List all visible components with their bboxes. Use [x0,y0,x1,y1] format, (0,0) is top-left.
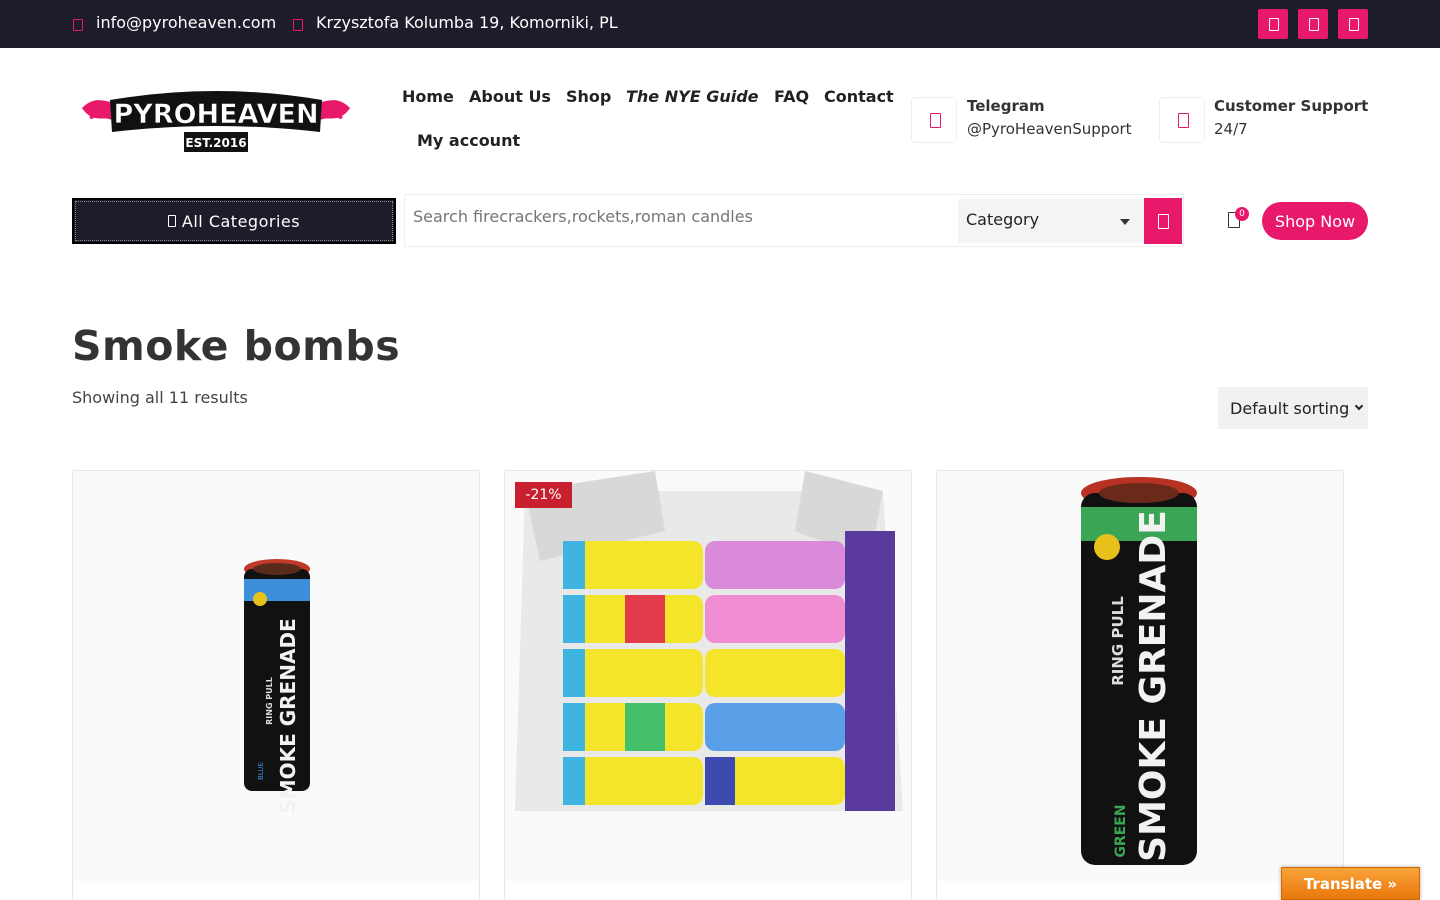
product-image[interactable]: RING PULL SMOKE GRENADE BLUE [73,471,479,881]
support-title: Customer Support [1214,97,1369,115]
topbar-address-text: Krzysztofa Kolumba 19, Komorniki, PL [316,13,618,32]
result-count: Showing all 11 results [72,388,248,407]
support-hours: 24/7 [1214,120,1248,138]
blue-smoke-grenade-image: RING PULL SMOKE GRENADE BLUE [244,559,310,814]
color-text: BLUE [257,762,265,780]
telegram-title: Telegram [967,97,1045,115]
topbar-email-text: info@pyroheaven.com [96,13,277,32]
telegram-handle[interactable]: @PyroHeavenSupport [967,120,1132,138]
phone-icon [1159,97,1205,143]
sorting-value: Default sorting [1230,399,1350,418]
ring-text: RING PULL [1109,596,1127,686]
product-image[interactable]: -21% [505,471,911,881]
top-bar: info@pyroheaven.com Krzysztofa Kolumba 1… [0,0,1440,48]
search-button[interactable] [1144,198,1182,244]
envelope-icon [72,16,83,31]
nav-home[interactable]: Home [402,87,454,106]
nav-shop[interactable]: Shop [566,87,611,106]
logo-sub: EST.2016 [185,136,246,150]
translate-button[interactable]: Translate » [1281,867,1420,900]
grenade-text: SMOKE GRENADE [1133,510,1174,862]
smoke-bomb-box-image [515,471,903,811]
facebook-icon[interactable] [1258,9,1288,39]
nav-about-us[interactable]: About Us [469,87,551,106]
nav-contact[interactable]: Contact [824,87,894,106]
product-card[interactable]: -21% [504,470,912,900]
product-image[interactable]: RING PULL SMOKE GRENADE GREEN [937,471,1343,881]
sale-badge: -21% [515,482,572,508]
topbar-address: Krzysztofa Kolumba 19, Komorniki, PL [292,13,618,32]
color-text: GREEN [1113,804,1129,857]
category-select-value: Category [966,210,1040,229]
all-categories-label: All Categories [181,211,301,231]
grenade-text: SMOKE GRENADE [276,618,300,813]
shop-now-button[interactable]: Shop Now [1262,202,1368,240]
ring-text: RING PULL [265,677,274,725]
logo-text: PYROHEAVEN [113,99,318,130]
site-logo[interactable]: PYROHEAVEN EST.2016 [80,80,352,160]
map-pin-icon [292,16,303,31]
product-card[interactable]: RING PULL SMOKE GRENADE GREEN [936,470,1344,900]
sorting-select[interactable]: Default sorting [1218,387,1368,429]
nav-my-account[interactable]: My account [417,131,520,150]
product-card[interactable]: RING PULL SMOKE GRENADE BLUE [72,470,480,900]
page-title: Smoke bombs [72,322,401,370]
cart-count-badge: 0 [1235,207,1249,221]
instagram-icon[interactable] [1298,9,1328,39]
menu-icon [167,215,176,227]
nav-faq[interactable]: FAQ [774,87,809,106]
search-bar: Search firecrackers,rockets,roman candle… [404,194,1184,247]
topbar-email[interactable]: info@pyroheaven.com [72,13,276,32]
all-categories-button[interactable]: All Categories [72,198,396,244]
caret-down-icon [1120,219,1130,225]
search-input[interactable]: Search firecrackers,rockets,roman candle… [413,207,753,226]
category-select[interactable]: Category [958,199,1144,243]
telegram-icon[interactable] [1338,9,1368,39]
green-smoke-grenade-image: RING PULL SMOKE GRENADE GREEN [1081,477,1197,865]
nav-nye-guide[interactable]: The NYE Guide [626,87,759,106]
telegram-icon [911,97,957,143]
chevron-down-icon [1354,401,1364,411]
